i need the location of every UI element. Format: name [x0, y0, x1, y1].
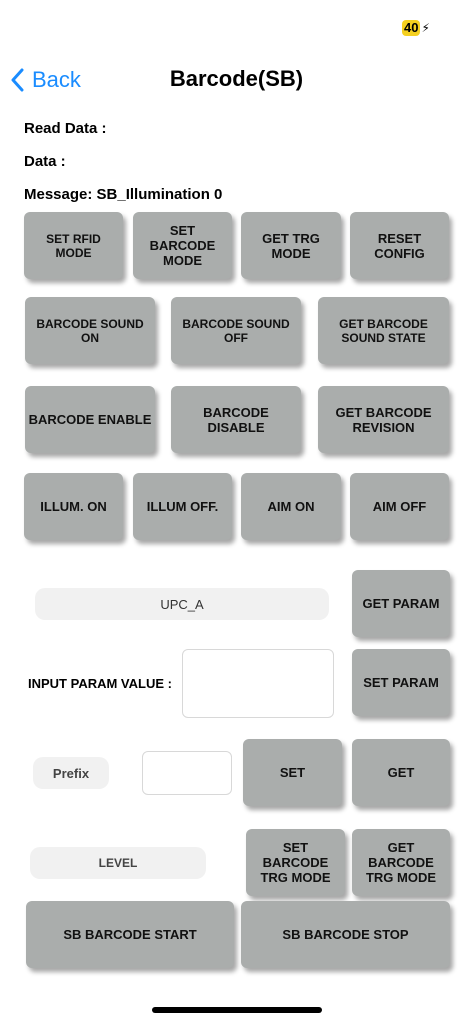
input-param-label: INPUT PARAM VALUE :: [28, 676, 172, 691]
sb-barcode-start-button[interactable]: SB BARCODE START: [26, 901, 234, 968]
get-barcode-sound-state-button[interactable]: GET BARCODE SOUND STATE: [318, 297, 449, 364]
barcode-disable-button[interactable]: BARCODE DISABLE: [171, 386, 301, 453]
set-barcode-trg-mode-button[interactable]: SET BARCODE TRG MODE: [246, 829, 345, 896]
data-label: Data :: [24, 153, 66, 170]
get-param-button[interactable]: GET PARAM: [352, 570, 450, 637]
message-label: Message: SB_Illumination 0: [24, 186, 223, 203]
barcode-sound-off-button[interactable]: BARCODE SOUND OFF: [171, 297, 301, 364]
home-indicator[interactable]: [152, 1007, 322, 1013]
set-barcode-mode-button[interactable]: SET BARCODE MODE: [133, 212, 232, 279]
barcode-enable-button[interactable]: BARCODE ENABLE: [25, 386, 155, 453]
illum-on-button[interactable]: ILLUM. ON: [24, 473, 123, 540]
sb-barcode-stop-button[interactable]: SB BARCODE STOP: [241, 901, 450, 968]
get-prefix-button[interactable]: GET: [352, 739, 450, 806]
read-data-label: Read Data :: [24, 120, 107, 137]
set-prefix-button[interactable]: SET: [243, 739, 342, 806]
set-param-button[interactable]: SET PARAM: [352, 649, 450, 716]
battery-level: 40: [402, 20, 421, 36]
param-value-input[interactable]: [182, 649, 334, 718]
get-trg-mode-button[interactable]: GET TRG MODE: [241, 212, 341, 279]
charging-icon: ⚡: [421, 21, 430, 35]
reset-config-button[interactable]: RESET CONFIG: [350, 212, 449, 279]
battery-indicator: 40 ⚡: [402, 20, 430, 36]
barcode-sound-on-button[interactable]: BARCODE SOUND ON: [25, 297, 155, 364]
prefix-input[interactable]: [142, 751, 232, 795]
set-rfid-mode-button[interactable]: SET RFID MODE: [24, 212, 123, 279]
level-selector[interactable]: LEVEL: [30, 847, 206, 879]
page-title: Barcode(SB): [169, 66, 304, 91]
get-barcode-trg-mode-button[interactable]: GET BARCODE TRG MODE: [352, 829, 450, 896]
get-barcode-revision-button[interactable]: GET BARCODE REVISION: [318, 386, 449, 453]
aim-on-button[interactable]: AIM ON: [241, 473, 341, 540]
prefix-selector[interactable]: Prefix: [33, 757, 109, 789]
illum-off-button[interactable]: ILLUM OFF.: [133, 473, 232, 540]
param-selector[interactable]: UPC_A: [35, 588, 329, 620]
aim-off-button[interactable]: AIM OFF: [350, 473, 449, 540]
